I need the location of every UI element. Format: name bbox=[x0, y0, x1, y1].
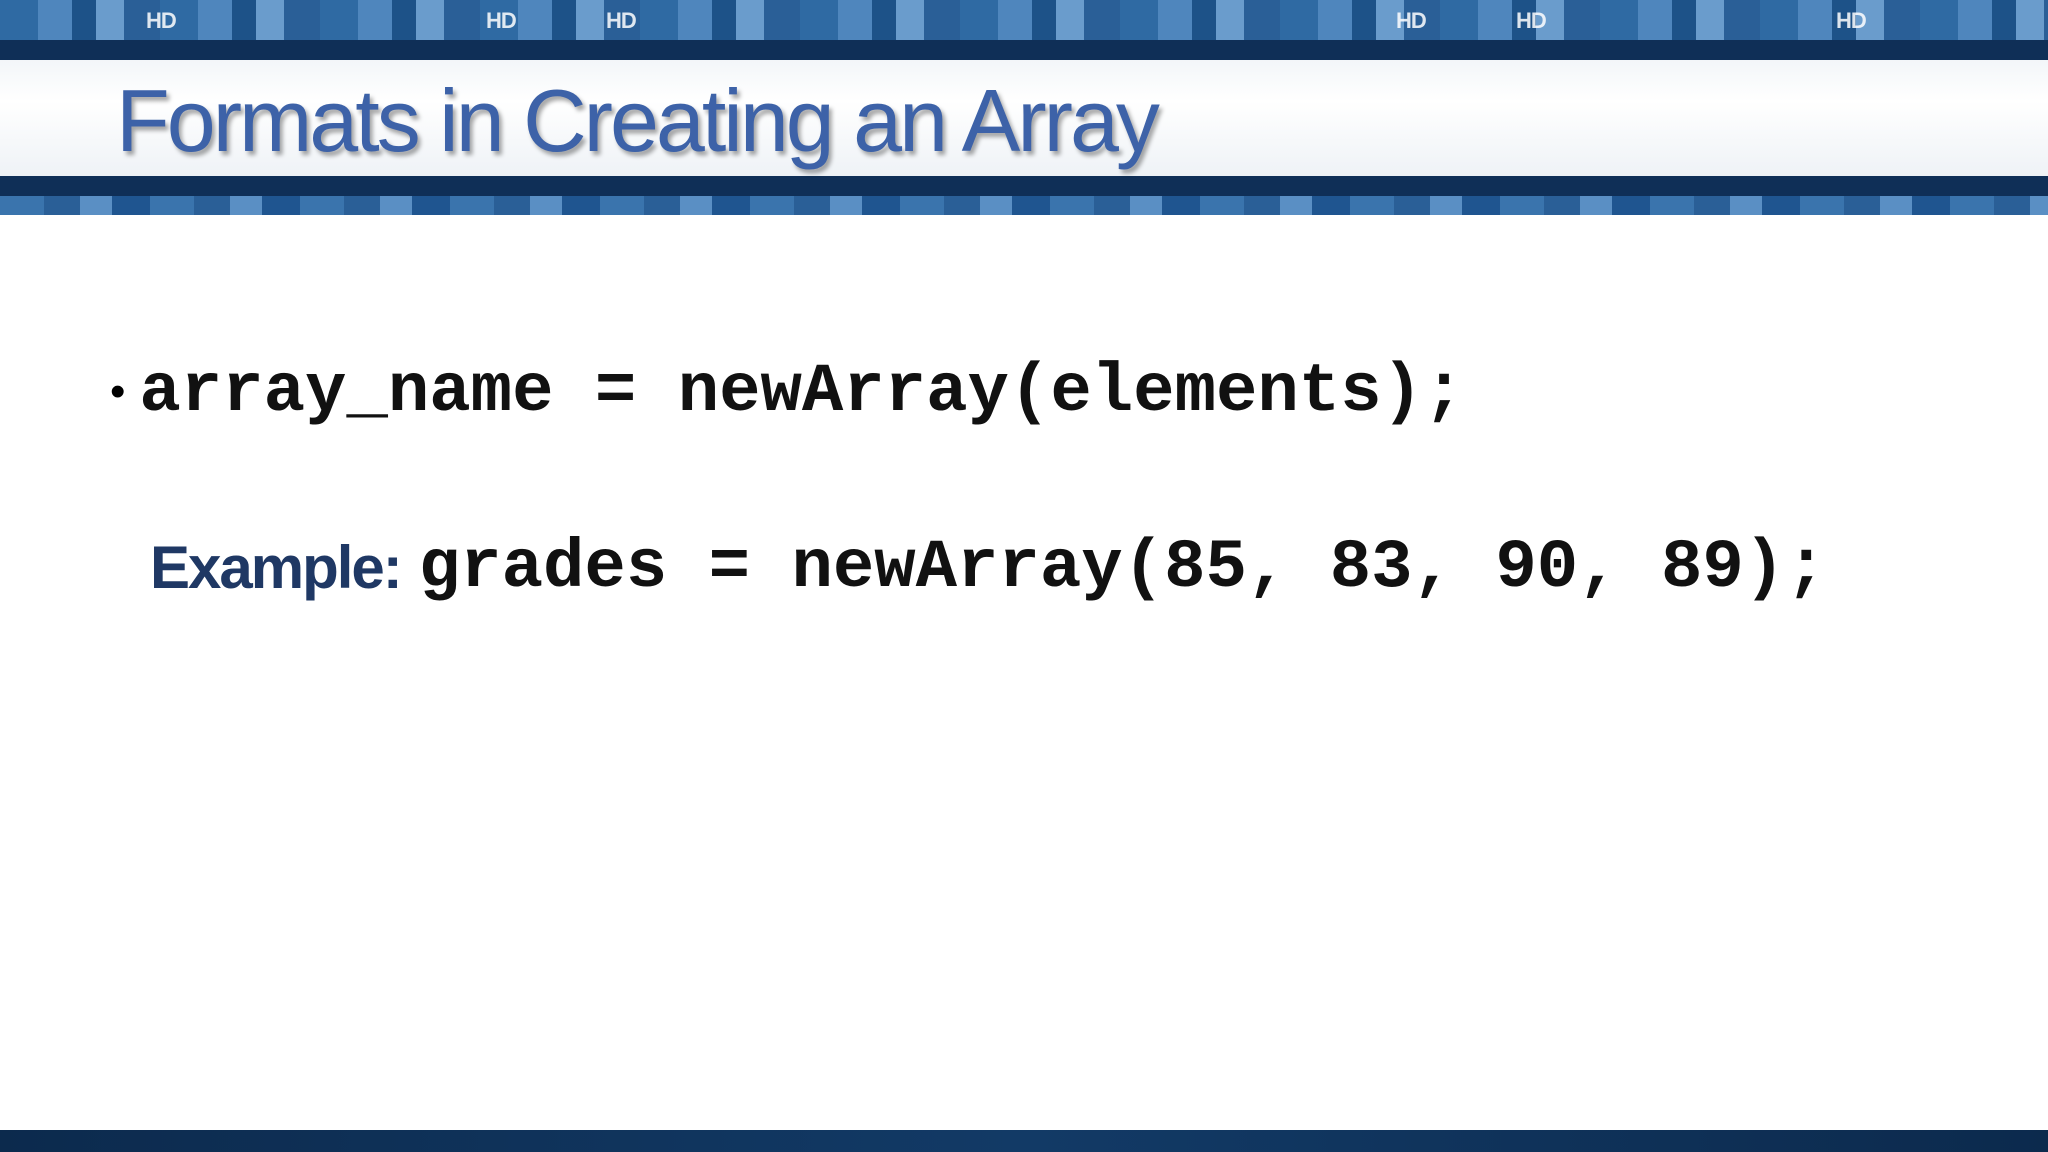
page-title: Formats in Creating an Array bbox=[116, 71, 1160, 170]
slide: HD HD HD HD HD HD Formats in Creating an… bbox=[0, 0, 2048, 1152]
banner-logo: HD bbox=[606, 8, 637, 33]
banner-logo: HD bbox=[1516, 8, 1547, 33]
example-line: Example: grades = newArray(85, 83, 90, 8… bbox=[150, 528, 1827, 608]
banner-logo: HD bbox=[146, 8, 177, 33]
example-label: Example: bbox=[150, 534, 403, 601]
banner-logo: HD bbox=[1396, 8, 1427, 33]
banner-pattern-bottom bbox=[0, 196, 2048, 215]
banner-stripe-top bbox=[0, 40, 2048, 60]
banner-pattern-top bbox=[0, 0, 2048, 42]
banner-logo: HD bbox=[1836, 8, 1867, 33]
bullet-dot: • bbox=[110, 367, 126, 416]
banner-stripe-bottom bbox=[0, 176, 2048, 198]
bullet-item: • array_name = newArray(elements); bbox=[110, 352, 1464, 432]
footer-bar bbox=[0, 1130, 2048, 1152]
syntax-code: array_name = newArray(elements); bbox=[139, 353, 1465, 431]
header-banner: HD HD HD HD HD HD Formats in Creating an… bbox=[0, 0, 2048, 215]
example-code: grades = newArray(85, 83, 90, 89); bbox=[418, 529, 1827, 607]
banner-logo: HD bbox=[486, 8, 517, 33]
